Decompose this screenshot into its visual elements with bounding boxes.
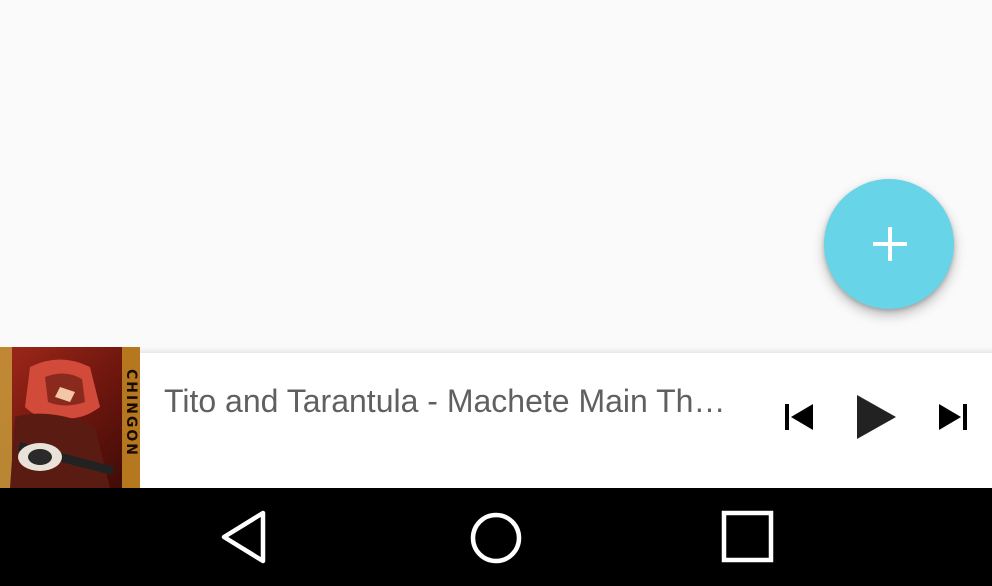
home-icon (470, 512, 522, 564)
app-screen: CHINGON Tito and Tarantula - Machete Mai… (0, 0, 992, 586)
home-button[interactable] (469, 511, 523, 565)
now-playing-bar[interactable]: CHINGON Tito and Tarantula - Machete Mai… (0, 347, 992, 488)
svg-text:CHINGON: CHINGON (123, 369, 139, 457)
recents-icon (721, 510, 774, 563)
track-title[interactable]: Tito and Tarantula - Machete Main Theme (164, 381, 729, 421)
previous-button[interactable] (784, 402, 814, 432)
skip-previous-icon (785, 404, 813, 430)
album-art[interactable]: CHINGON (0, 347, 140, 488)
system-navigation-bar (0, 488, 992, 586)
plus-icon (873, 227, 907, 261)
play-button[interactable] (855, 394, 897, 440)
album-art-image: CHINGON (0, 347, 140, 488)
add-fab-button[interactable] (824, 179, 954, 309)
skip-next-icon (939, 404, 967, 430)
next-button[interactable] (938, 402, 968, 432)
recents-button[interactable] (721, 510, 775, 564)
back-icon (221, 510, 266, 564)
back-button[interactable] (220, 510, 268, 564)
album-art-lettering: CHINGON (123, 369, 139, 457)
play-icon (857, 395, 896, 439)
